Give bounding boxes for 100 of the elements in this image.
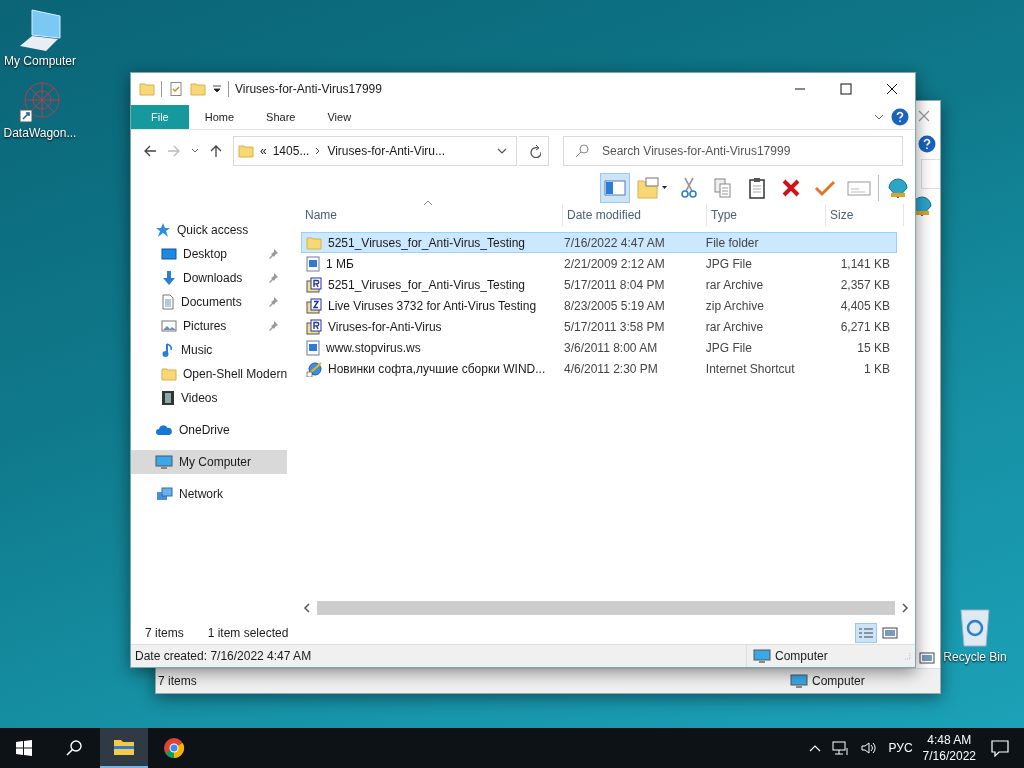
breadcrumb[interactable]: 1405... [272,144,310,158]
column-header[interactable]: Name [301,204,563,226]
ribbon-tab[interactable]: Home [188,105,251,129]
ribbon-tab[interactable]: Share [250,105,312,129]
language-indicator[interactable]: РУС [888,741,913,755]
horizontal-scrollbar[interactable] [301,600,911,616]
computer-icon [790,673,808,689]
folder-icon [139,81,155,97]
delete-icon [781,178,801,198]
file-row[interactable]: Live Viruses 3732 for Anti-Virus Testing 8/23/2005 5:19 AM zip Archive 4,405 KB [301,295,897,316]
search-field[interactable]: Search Viruses-for-Anti-Virus17999 [563,136,903,166]
scroll-left-icon [303,603,311,613]
folder-icon [306,234,322,251]
file-size: 2,357 KB [839,277,891,292]
archive-icon [306,297,322,314]
file-row[interactable]: 1 МБ 2/21/2009 2:12 AM JPG File 1,141 KB [301,253,897,274]
column-header[interactable]: Type [707,204,826,226]
scissors-icon [680,177,698,199]
checkmark-icon [814,178,836,198]
file-type: zip Archive [704,298,765,313]
breadcrumb[interactable]: Viruses-for-Anti-Viru... [327,144,445,158]
desktop-icon-label[interactable]: My Computer [4,54,76,68]
search-icon [575,144,589,158]
forward-arrow-icon [167,144,181,158]
file-row[interactable]: 5251_Viruses_for_Anti-Virus_Testing 5/17/2011 8:04 PM rar Archive 2,357 KB [301,274,897,295]
file-name: 5251_Viruses_for_Anti-Virus_Testing [328,235,525,250]
volume-icon [859,740,878,756]
picture-icon [161,318,177,334]
film-icon [161,390,175,406]
nav-item[interactable]: Open-Shell Modern [131,362,287,386]
file-row[interactable]: www.stopvirus.ws 3/6/2011 8:00 AM JPG File 15 KB [301,337,897,358]
toolbar-button[interactable] [600,173,630,203]
address-bar[interactable]: « 1405... Viruses-for-Anti-Viru... [233,136,517,166]
nav-item[interactable]: Pictures [131,314,287,338]
nav-item[interactable]: OneDrive [131,418,287,442]
date-modified: 3/6/2011 8:00 AM [563,340,659,355]
search-field[interactable] [921,159,940,189]
preview-pane-icon [604,179,626,197]
thumbnail-view-icon [918,651,936,665]
breadcrumb-overflow[interactable]: « [260,144,267,158]
cloud-icon [155,422,173,438]
nav-item[interactable]: Desktop [131,242,287,266]
file-size: 15 KB [856,340,891,355]
computer-icon [753,648,771,664]
clock[interactable]: 4:48 AM 7/16/2022 [922,732,976,764]
file-size: 1 KB [863,361,891,376]
date-created: Date created: 7/16/2022 4:47 AM [135,649,312,663]
column-header[interactable]: Date modified [563,204,707,226]
file-row[interactable]: 5251_Viruses_for_Anti-Virus_Testing 7/16/2022 4:47 AM File folder [301,232,897,253]
file-name: 1 МБ [326,256,354,271]
ribbon-tab[interactable]: View [311,105,368,129]
network-icon [831,740,850,756]
network-graph-icon [18,80,62,124]
location-label: Computer [775,649,828,663]
help-icon [918,135,936,153]
properties-icon [168,81,184,97]
star-icon [155,222,171,238]
refresh-button[interactable] [519,136,549,166]
file-type: rar Archive [704,319,765,334]
file-size: 1,141 KB [839,256,891,271]
network-icon [155,486,173,502]
nav-item[interactable]: Downloads [131,266,287,290]
desktop-icon [161,246,177,262]
computer-icon [155,454,173,470]
chevron-right-icon [315,147,322,155]
up-arrow-icon [209,144,223,158]
file-size: 6,271 KB [839,319,891,334]
scroll-right-icon [901,603,909,613]
folder-icon [238,143,254,159]
nav-item[interactable]: My Computer [131,450,287,474]
file-row[interactable]: Новинки софта,лучшие сборки WIND... 4/6/2011 2:30 PM Internet Shortcut 1 KB [301,358,897,379]
search-icon [66,740,82,756]
globe-icon [306,360,322,377]
folder-icon [161,366,177,382]
file-name: Live Viruses 3732 for Anti-Virus Testing [328,298,537,313]
notification-icon [990,739,1010,757]
maximize-icon [840,83,852,95]
date-modified: 5/17/2011 3:58 PM [563,319,666,334]
folder-icon [190,81,206,97]
file-size: 4,405 KB [839,298,891,313]
nav-item[interactable]: Quick access [131,218,287,242]
file-type: JPG File [704,340,753,355]
file-type: File folder [704,235,760,250]
file-row[interactable]: Viruses-for-Anti-Virus 5/17/2011 3:58 PM rar Archive 6,271 KB [301,316,897,337]
file-name: Новинки софта,лучшие сборки WIND... [328,361,546,376]
column-header[interactable]: Size [826,204,904,226]
taskbar-app[interactable] [100,728,148,768]
desktop-icon-label[interactable]: DataWagon... [3,126,77,140]
file-name: Viruses-for-Anti-Virus [328,319,442,334]
scrollbar-thumb[interactable] [317,601,895,615]
location-label: Computer [812,674,865,688]
chrome-logo-icon [163,737,185,759]
item-count: 7 items [145,626,184,640]
view-button[interactable] [855,623,877,643]
thumbnail-view-icon [881,626,899,640]
nav-item[interactable]: Documents [131,290,287,314]
nav-item[interactable]: Videos [131,386,287,410]
nav-item[interactable]: Music [131,338,287,362]
resize-grip-icon [903,652,911,660]
nav-item[interactable]: Network [131,482,287,506]
